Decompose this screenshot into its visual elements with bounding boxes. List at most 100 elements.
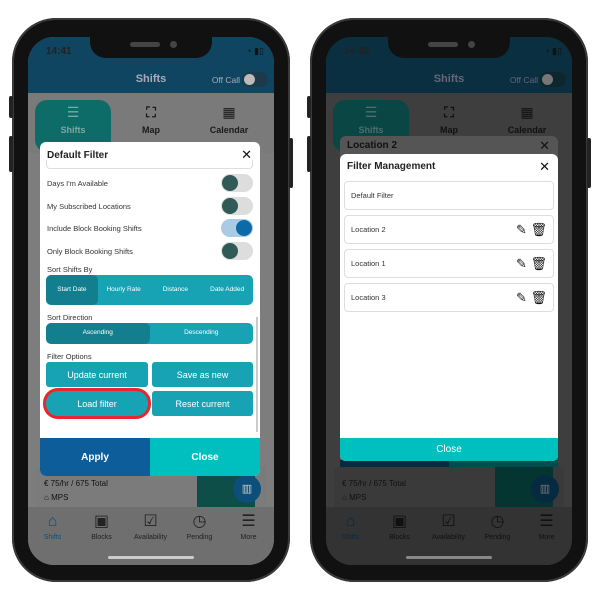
status-time: 14:41 [46,46,72,57]
tab-label: Shifts [358,125,384,135]
home-plus-icon: ⌂ [47,513,58,530]
nav-more[interactable]: ☰ More [522,512,571,541]
sort-date-added[interactable]: Date Added [201,275,253,305]
home-indicator [108,556,194,559]
nav-more[interactable]: ☰ More [224,512,273,541]
reset-current-button[interactable]: Reset current [152,391,253,416]
filter-name: Default Filter [351,191,394,200]
menu-icon: ☰ [539,513,554,530]
sort-by-label: Sort Shifts By [47,265,93,274]
filter-modal: Default Filter ✕ Days I'm Available My S… [40,142,260,476]
nav-blocks[interactable]: ▣ Blocks [77,512,126,541]
sort-direction-segment: Ascending Descending [46,323,253,344]
status-time: 14:42 [344,46,370,57]
chat-icon[interactable]: ▥ [233,475,261,503]
nav-label: Pending [484,534,511,541]
days-available-toggle[interactable] [221,174,253,192]
location-text: ⌂ MPS [44,493,69,502]
nav-label: Blocks [389,534,410,541]
calendar-icon: ▦ [520,104,534,120]
apply-button[interactable]: Apply [40,438,150,476]
filter-item[interactable]: Location 1 ✎ 🗑 [344,249,554,278]
nav-shifts[interactable]: ⌂ Shifts [326,512,375,541]
sort-descending[interactable]: Descending [150,323,254,344]
update-current-button[interactable]: Update current [46,362,148,387]
nav-pending[interactable]: ◷ Pending [473,512,522,541]
filter-name: Location 2 [351,225,386,234]
shift-card: € 75/hr / 675 Total ⌂ MPS [334,467,564,507]
calendar-icon: ▦ [222,104,236,120]
sort-distance[interactable]: Distance [150,275,202,305]
close-button[interactable]: Close [150,438,260,476]
nav-label: More [240,534,257,541]
tab-label: Map [440,125,458,135]
trash-icon[interactable]: 🗑 [530,290,547,305]
tab-label: Calendar [209,125,249,135]
toggle-label: Include Block Booking Shifts [47,224,142,233]
off-call-toggle[interactable] [242,72,268,87]
sort-ascending[interactable]: Ascending [46,323,150,344]
scrollbar[interactable] [256,317,258,432]
close-button[interactable]: Close [340,438,558,461]
modal-title: Filter Management [347,161,436,172]
subscribed-locations-toggle[interactable] [221,197,253,215]
toggle-label: Days I'm Available [47,179,108,188]
calendar-check-icon: ☑ [143,513,158,530]
off-call-label: Off Call [509,75,538,85]
tab-label: Calendar [507,125,547,135]
dropdown-partial[interactable] [46,160,253,169]
background-modal-title: Location 2 [347,140,398,151]
clock-icon: ◷ [192,513,207,530]
wifi-battery-icon: ◔ ▮▯ [246,46,264,56]
clock-icon: ◷ [490,513,505,530]
rate-text: € 75/hr / 675 Total [342,479,406,488]
edit-icon[interactable]: ✎ [516,290,527,305]
tab-label: Map [142,125,160,135]
trash-icon[interactable]: 🗑 [530,256,547,271]
screen: 14:42 ◔ ▮▯ Shifts Off Call ☰ Shifts ⛶ Map … [326,37,572,565]
nav-label: Blocks [91,534,112,541]
map-icon: ⛶ [444,104,454,120]
edit-icon[interactable]: ✎ [516,222,527,237]
filter-options-label: Filter Options [47,352,92,361]
nav-shifts[interactable]: ⌂ Shifts [28,512,77,541]
sort-hourly-rate[interactable]: Hourly Rate [98,275,150,305]
sort-direction-label: Sort Direction [47,313,93,322]
filter-item-default[interactable]: Default Filter [344,181,554,210]
list-icon: ☰ [364,104,378,120]
sort-start-date[interactable]: Start Date [46,275,98,305]
filter-management-modal: Filter Management ✕ Default Filter Locat… [340,154,558,461]
nav-blocks[interactable]: ▣ Blocks [375,512,424,541]
filter-item[interactable]: Location 2 ✎ 🗑 [344,215,554,244]
nav-availability[interactable]: ☑ Availability [424,512,473,541]
nav-label: Availability [432,534,465,541]
toggle-label: Only Block Booking Shifts [47,247,133,256]
only-block-booking-toggle[interactable] [221,242,253,260]
toggle-label: My Subscribed Locations [47,202,131,211]
tab-label: Shifts [60,125,86,135]
map-icon: ⛶ [146,104,156,120]
nav-label: More [538,534,555,541]
save-as-new-button[interactable]: Save as new [152,362,253,387]
chat-icon[interactable]: ▥ [531,475,559,503]
filter-name: Location 1 [351,259,386,268]
briefcase-icon: ▣ [391,513,408,530]
wifi-battery-icon: ◔ ▮▯ [544,46,562,56]
nav-availability[interactable]: ☑ Availability [126,512,175,541]
nav-pending[interactable]: ◷ Pending [175,512,224,541]
load-filter-button[interactable]: Load filter [46,391,148,416]
off-call-toggle[interactable] [540,72,566,87]
trash-icon[interactable]: 🗑 [530,222,547,237]
filter-item[interactable]: Location 3 ✎ 🗑 [344,283,554,312]
list-icon: ☰ [66,104,80,120]
sort-by-segment: Start Date Hourly Rate Distance Date Add… [46,275,253,305]
background-close-icon: ✕ [539,138,550,153]
nav-label: Availability [134,534,167,541]
close-icon[interactable]: ✕ [539,159,550,175]
briefcase-icon: ▣ [93,513,110,530]
nav-label: Shifts [341,534,360,541]
phone-left: 14:41 ◔ ▮▯ Shifts Off Call ☰ Shifts ⛶ Map … [9,18,293,582]
edit-icon[interactable]: ✎ [516,256,527,271]
home-plus-icon: ⌂ [345,513,356,530]
include-block-booking-toggle[interactable] [221,219,253,237]
